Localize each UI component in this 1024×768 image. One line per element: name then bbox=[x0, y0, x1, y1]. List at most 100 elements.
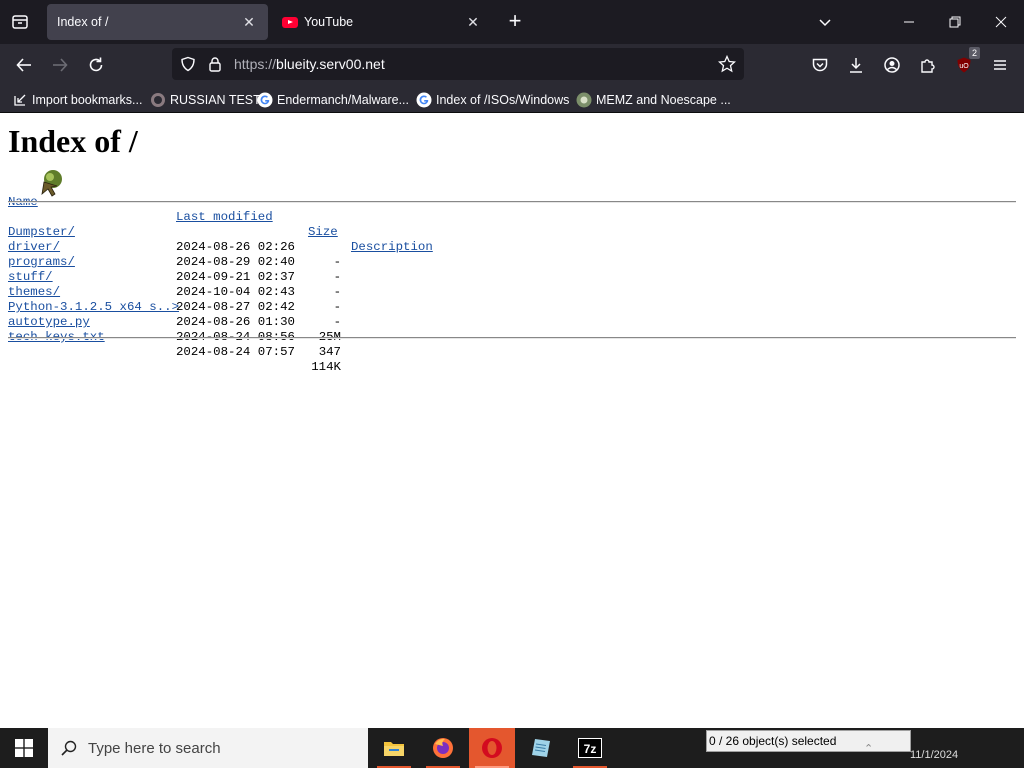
entry-modified: 2024-09-21 02:37 bbox=[176, 270, 295, 284]
restore-icon bbox=[949, 16, 961, 28]
bookmark-label: MEMZ and Noescape ... bbox=[596, 93, 731, 107]
reload-icon bbox=[89, 57, 103, 72]
taskbar-notepad[interactable] bbox=[518, 728, 564, 768]
github-icon bbox=[150, 92, 166, 108]
google-icon bbox=[257, 92, 273, 108]
taskbar-file-explorer[interactable] bbox=[371, 728, 417, 768]
bookmark-memz[interactable]: MEMZ and Noescape ... bbox=[576, 91, 731, 109]
pocket-icon bbox=[812, 58, 828, 72]
reload-button[interactable] bbox=[84, 53, 108, 77]
extensions-button[interactable] bbox=[916, 53, 940, 77]
table-row: tech keys.txt 2024-08-24 07:57 114K bbox=[8, 315, 341, 374]
bookmark-russian-test[interactable]: RUSSIAN TEST bbox=[150, 91, 261, 109]
chevron-down-icon bbox=[819, 19, 831, 27]
tab-title: Index of / bbox=[57, 15, 109, 29]
url-bar[interactable]: https://blueity.serv00.net bbox=[172, 48, 744, 80]
account-icon bbox=[884, 57, 900, 73]
site-info-button[interactable] bbox=[205, 54, 225, 74]
opera-icon bbox=[482, 738, 502, 758]
entry-size: - bbox=[333, 285, 341, 299]
table-row: Python-3.1.2.5 x64 s..> 2024-08-26 01:30… bbox=[8, 285, 341, 344]
ublock-button[interactable]: uO 2 bbox=[952, 47, 980, 77]
tab-list-icon bbox=[12, 15, 28, 29]
search-placeholder: Type here to search bbox=[88, 739, 221, 757]
table-row: stuff/ 2024-10-04 02:43 - bbox=[8, 255, 341, 314]
sort-by-description-link[interactable]: Description bbox=[351, 240, 433, 255]
new-tab-button[interactable]: + bbox=[504, 10, 526, 33]
sort-by-modified-link[interactable]: Last modified bbox=[176, 210, 273, 225]
tab-title: YouTube bbox=[304, 15, 354, 29]
lock-icon bbox=[209, 57, 221, 72]
downloads-button[interactable] bbox=[844, 53, 868, 77]
tab-list-button[interactable] bbox=[8, 10, 32, 34]
tab-youtube[interactable]: YouTube ✕ bbox=[272, 4, 492, 40]
entry-modified: 2024-08-27 02:42 bbox=[176, 300, 295, 314]
entry-modified: 2024-08-26 01:30 bbox=[176, 315, 295, 329]
url-text[interactable]: https://blueity.serv00.net bbox=[234, 56, 385, 72]
bookmarks-toolbar: Import bookmarks... RUSSIAN TEST Enderma… bbox=[0, 86, 1024, 113]
table-row: themes/ 2024-08-27 02:42 - bbox=[8, 270, 341, 329]
arrow-right-icon bbox=[53, 58, 68, 72]
table-row: driver/ 2024-08-29 02:40 - bbox=[8, 225, 341, 284]
entry-size: - bbox=[333, 255, 341, 269]
star-icon bbox=[718, 55, 736, 73]
bookmark-label: Import bookmarks... bbox=[32, 93, 143, 107]
sort-by-size-link[interactable]: Size bbox=[308, 225, 338, 240]
entry-modified: 2024-10-04 02:43 bbox=[176, 285, 295, 299]
divider bbox=[8, 337, 1016, 339]
url-host: blueity.serv00.net bbox=[276, 56, 385, 72]
entry-modified: 2024-08-24 07:57 bbox=[176, 345, 295, 359]
taskbar: Type here to search 7z 0 / 26 object(s) … bbox=[0, 728, 1024, 768]
divider bbox=[8, 201, 1016, 203]
import-icon bbox=[12, 92, 28, 108]
list-all-tabs-button[interactable] bbox=[813, 10, 837, 34]
tracking-protection-button[interactable] bbox=[178, 54, 198, 74]
entry-size: - bbox=[333, 300, 341, 314]
svg-text:uO: uO bbox=[959, 63, 969, 70]
hamburger-menu-icon bbox=[994, 60, 1006, 70]
taskbar-opera[interactable] bbox=[469, 728, 515, 768]
back-button[interactable] bbox=[12, 53, 36, 77]
bookmark-index-isos[interactable]: Index of /ISOs/Windows bbox=[416, 91, 569, 109]
tray-icons[interactable]: ⌃ bbox=[864, 742, 873, 755]
tray-date[interactable]: 11/1/2024 bbox=[910, 749, 958, 761]
pocket-button[interactable] bbox=[808, 53, 832, 77]
minimize-button[interactable] bbox=[897, 10, 921, 34]
tab-index[interactable]: Index of / ✕ bbox=[47, 4, 268, 40]
menu-button[interactable] bbox=[988, 53, 1012, 77]
entry-size: 114K bbox=[311, 360, 341, 374]
google-icon bbox=[416, 92, 432, 108]
tab-strip: Index of / ✕ YouTube ✕ + bbox=[0, 0, 1024, 44]
bookmark-page-button[interactable] bbox=[717, 54, 737, 74]
entry-modified: 2024-08-29 02:40 bbox=[176, 255, 295, 269]
forward-button[interactable] bbox=[48, 53, 72, 77]
taskbar-search-box[interactable]: Type here to search bbox=[48, 728, 368, 768]
entry-size: 347 bbox=[318, 345, 341, 359]
close-icon[interactable]: ✕ bbox=[464, 13, 482, 31]
7zip-icon: 7z bbox=[578, 738, 602, 758]
firefox-icon bbox=[433, 738, 453, 758]
animated-cursor-icon bbox=[41, 170, 62, 197]
window-close-button[interactable] bbox=[989, 10, 1013, 34]
notepad-icon bbox=[532, 739, 550, 757]
youtube-icon bbox=[282, 16, 298, 28]
status-tooltip: 0 / 26 object(s) selected bbox=[706, 730, 911, 752]
bookmark-import[interactable]: Import bookmarks... bbox=[12, 91, 142, 109]
svg-text:7z: 7z bbox=[584, 742, 597, 756]
bookmark-endermanch[interactable]: Endermanch/Malware... bbox=[257, 91, 409, 109]
bookmark-label: Index of /ISOs/Windows bbox=[436, 93, 570, 107]
table-row: programs/ 2024-09-21 02:37 - bbox=[8, 240, 341, 299]
bookmark-label: Endermanch/Malware... bbox=[277, 93, 410, 107]
puzzle-icon bbox=[921, 59, 935, 73]
file-explorer-icon bbox=[384, 742, 404, 756]
site-icon bbox=[576, 92, 592, 108]
close-icon[interactable]: ✕ bbox=[240, 13, 258, 31]
taskbar-firefox[interactable] bbox=[420, 728, 466, 768]
taskbar-7zip[interactable]: 7z bbox=[567, 728, 613, 768]
restore-button[interactable] bbox=[943, 10, 967, 34]
account-button[interactable] bbox=[880, 53, 904, 77]
windows-logo-icon bbox=[15, 739, 33, 757]
navigation-toolbar: https://blueity.serv00.net uO 2 bbox=[0, 44, 1024, 86]
shield-icon bbox=[181, 56, 195, 72]
start-button[interactable] bbox=[0, 728, 48, 768]
